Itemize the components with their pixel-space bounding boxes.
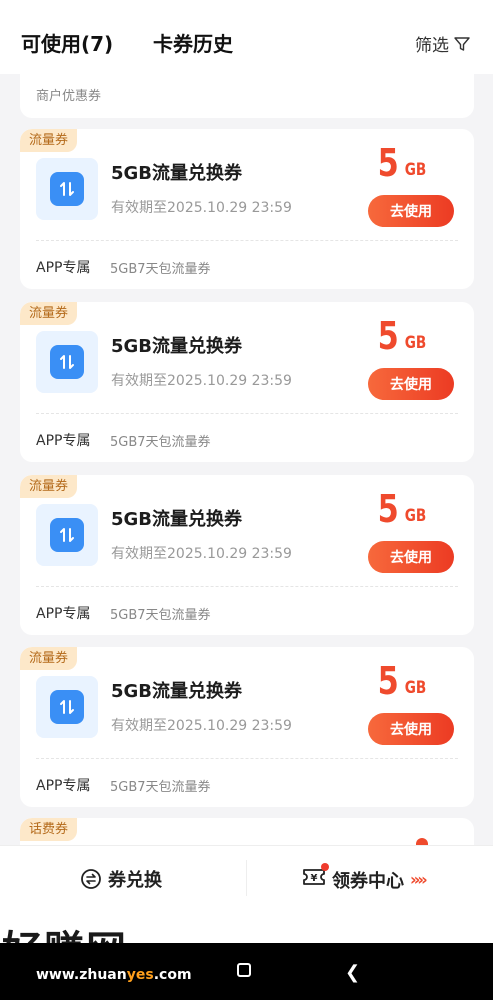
dashed-divider xyxy=(36,240,458,241)
filter-icon xyxy=(454,36,470,51)
coupon-scope: APP专属 xyxy=(36,433,91,449)
bottom-action-bar: 券兑换 ¥ 领券中心 »» xyxy=(0,845,493,911)
coupon-scope-desc: 5GB7天包流量券 xyxy=(110,780,211,795)
coupon-card[interactable]: 流量券 5GB流量兑换券 有效期至2025.10.29 23:59 5 GB 去… xyxy=(20,647,474,807)
coupon-scope-desc: 5GB7天包流量券 xyxy=(110,262,211,277)
tab-available[interactable]: 可使用(7) xyxy=(21,28,113,57)
use-coupon-button[interactable]: 去使用 xyxy=(368,713,454,745)
merchant-coupon-section: 商户优惠券 xyxy=(20,74,474,118)
coupon-tag: 流量券 xyxy=(20,129,78,152)
amount-number: 5 xyxy=(377,659,399,703)
coupon-scope: APP专属 xyxy=(36,778,91,794)
chevrons-right-icon: »» xyxy=(410,870,428,889)
use-coupon-button[interactable]: 去使用 xyxy=(368,195,454,227)
coupon-scope: APP专属 xyxy=(36,606,91,622)
svg-text:¥: ¥ xyxy=(311,873,318,884)
amount-number: 5 xyxy=(377,141,399,185)
amount-number: 5 xyxy=(377,314,399,358)
coupon-amount: 5 GB xyxy=(375,316,429,356)
use-coupon-button[interactable]: 去使用 xyxy=(368,541,454,573)
coupon-scope-desc: 5GB7天包流量券 xyxy=(110,435,211,450)
coupon-center-label: 领券中心 xyxy=(332,870,404,892)
coupon-amount: 5 GB xyxy=(375,143,429,183)
coupon-scope-desc: 5GB7天包流量券 xyxy=(110,608,211,623)
amount-unit: GB xyxy=(404,678,427,698)
filter-label: 筛选 xyxy=(415,36,449,56)
dashed-divider xyxy=(36,413,458,414)
coupon-center-button[interactable]: ¥ 领券中心 »» xyxy=(302,863,428,893)
dashed-divider xyxy=(36,758,458,759)
notification-dot xyxy=(321,863,329,871)
amount-unit: GB xyxy=(404,333,427,353)
coupon-amount: 5 GB xyxy=(375,661,429,701)
coupon-card[interactable]: 流量券 5GB流量兑换券 有效期至2025.10.29 23:59 5 GB 去… xyxy=(20,475,474,635)
amount-unit: GB xyxy=(404,506,427,526)
exchange-label: 券兑换 xyxy=(108,870,162,891)
bottom-divider xyxy=(246,860,247,896)
back-nav-icon[interactable]: ❮ xyxy=(345,962,360,983)
filter-button[interactable]: 筛选 xyxy=(415,31,471,56)
watermark-url: www.zhuanyes.com xyxy=(36,967,192,983)
coupon-expiry: 有效期至2025.10.29 23:59 xyxy=(111,200,292,216)
coupon-expiry: 有效期至2025.10.29 23:59 xyxy=(111,718,292,734)
data-traffic-icon xyxy=(36,158,98,220)
watermark-url-suffix: .com xyxy=(153,967,192,983)
coupon-expiry: 有效期至2025.10.29 23:59 xyxy=(111,373,292,389)
coupon-amount: 5 GB xyxy=(375,489,429,529)
tab-history[interactable]: 卡券历史 xyxy=(153,28,233,57)
dashed-divider xyxy=(36,586,458,587)
amount-unit: GB xyxy=(404,160,427,180)
coupon-title: 5GB流量兑换券 xyxy=(111,509,243,530)
coupon-tag: 流量券 xyxy=(20,302,78,325)
ticket-icon: ¥ xyxy=(302,863,329,893)
coupon-title: 5GB流量兑换券 xyxy=(111,336,243,357)
data-traffic-icon xyxy=(36,331,98,393)
coupon-tag: 流量券 xyxy=(20,475,78,498)
use-coupon-button[interactable]: 去使用 xyxy=(368,368,454,400)
watermark-url-highlight: yes xyxy=(126,967,154,983)
watermark-url-prefix: www.zhuan xyxy=(36,967,127,983)
amount-number: 5 xyxy=(377,487,399,531)
coupon-title: 5GB流量兑换券 xyxy=(111,163,243,184)
exchange-coupon-button[interactable]: 券兑换 xyxy=(80,866,162,892)
coupon-title: 5GB流量兑换券 xyxy=(111,681,243,702)
coupon-card[interactable]: 流量券 5GB流量兑换券 有效期至2025.10.29 23:59 5 GB 去… xyxy=(20,302,474,462)
coupon-scope: APP专属 xyxy=(36,260,91,276)
data-traffic-icon xyxy=(36,504,98,566)
coupon-expiry: 有效期至2025.10.29 23:59 xyxy=(111,546,292,562)
merchant-section-label: 商户优惠券 xyxy=(36,89,102,104)
coupon-tag: 话费券 xyxy=(20,818,78,841)
top-header: 可使用(7) 卡券历史 筛选 xyxy=(0,0,493,74)
coupon-card[interactable]: 流量券 5GB流量兑换券 有效期至2025.10.29 23:59 5 GB 去… xyxy=(20,129,474,289)
home-nav-icon[interactable] xyxy=(237,963,251,977)
coupon-tag: 流量券 xyxy=(20,647,78,670)
data-traffic-icon xyxy=(36,676,98,738)
exchange-icon xyxy=(81,869,101,889)
